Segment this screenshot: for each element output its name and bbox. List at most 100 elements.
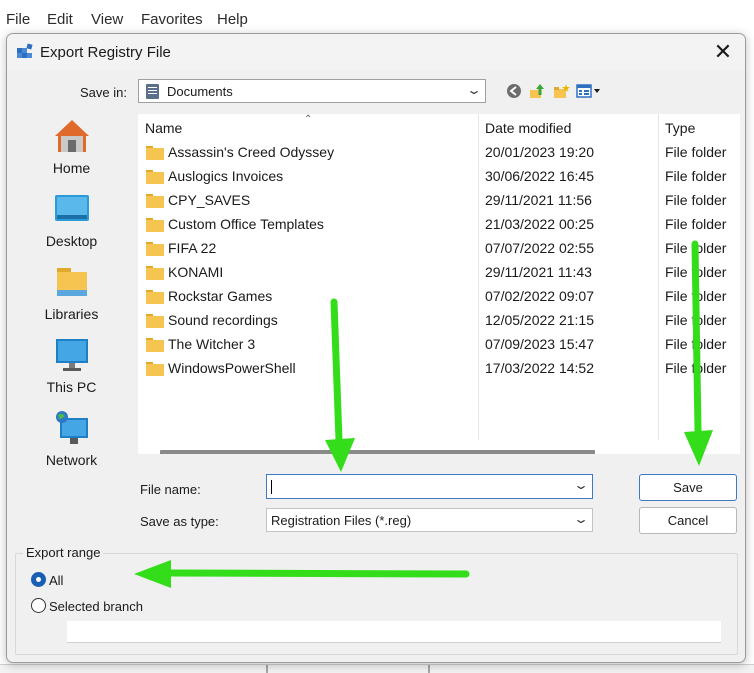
- menu-favorites[interactable]: Favorites: [141, 11, 203, 28]
- save-as-type-label: Save as type:: [140, 514, 219, 529]
- menu-help[interactable]: Help: [217, 11, 248, 28]
- save-in-label: Save in:: [80, 85, 127, 100]
- folder-icon: [146, 242, 164, 256]
- home-icon: [55, 120, 89, 152]
- date-modified-cell: 17/03/2022 14:52: [485, 360, 594, 376]
- date-modified-cell: 21/03/2022 00:25: [485, 216, 594, 232]
- place-label: Home: [52, 160, 91, 176]
- file-list[interactable]: ⌃ Name Date modified Type Assassin's Cre…: [138, 114, 740, 454]
- radio-all[interactable]: [31, 572, 46, 587]
- place-home[interactable]: Home: [15, 114, 128, 184]
- date-modified-cell: 29/11/2021 11:43: [485, 264, 592, 280]
- date-modified-cell: 12/05/2022 21:15: [485, 312, 594, 328]
- folder-icon: [146, 314, 164, 328]
- type-cell: File folder: [665, 216, 727, 232]
- close-icon: ✕: [713, 39, 733, 64]
- menu-edit[interactable]: Edit: [47, 11, 73, 28]
- type-cell: File folder: [665, 312, 727, 328]
- libraries-icon: [57, 268, 87, 296]
- folder-icon: [146, 218, 164, 232]
- file-row[interactable]: CPY_SAVES 29/11/2021 11:56 File folder: [138, 189, 740, 213]
- chevron-down-icon: ⌄: [465, 83, 483, 97]
- type-cell: File folder: [665, 264, 727, 280]
- file-name-cell: FIFA 22: [168, 240, 217, 256]
- folder-icon: [146, 290, 164, 304]
- place-libraries[interactable]: Libraries: [15, 260, 128, 330]
- column-header-date-modified[interactable]: Date modified: [485, 120, 571, 136]
- text-caret: [271, 480, 272, 494]
- folder-icon: [146, 266, 164, 280]
- menu-view[interactable]: View: [91, 11, 123, 28]
- radio-all-label[interactable]: All: [49, 573, 63, 588]
- place-label: Libraries: [44, 306, 99, 322]
- this-pc-icon: [56, 339, 88, 371]
- save-as-type-dropdown[interactable]: Registration Files (*.reg) ⌄: [266, 508, 593, 532]
- folder-icon: [146, 146, 164, 160]
- background-app-area: [0, 664, 754, 673]
- horizontal-scrollbar[interactable]: [160, 450, 595, 454]
- new-folder-button[interactable]: [552, 81, 570, 101]
- folder-icon: [146, 170, 164, 184]
- file-row[interactable]: The Witcher 3 07/09/2023 15:47 File folder: [138, 333, 740, 357]
- file-row[interactable]: Rockstar Games 07/02/2022 09:07 File folde…: [138, 285, 740, 309]
- file-row[interactable]: Auslogics Invoices 30/06/2022 16:45 File f…: [138, 165, 740, 189]
- dialog-title: Export Registry File: [40, 44, 171, 61]
- dialog-titlebar: Export Registry File ✕: [7, 34, 745, 70]
- type-cell: File folder: [665, 288, 727, 304]
- view-menu-icon: [576, 84, 600, 98]
- save-button[interactable]: Save: [639, 474, 737, 501]
- up-one-level-button[interactable]: [528, 81, 546, 101]
- date-modified-cell: 30/06/2022 16:45: [485, 168, 594, 184]
- file-name-cell: CPY_SAVES: [168, 192, 251, 208]
- place-network[interactable]: Network: [15, 406, 128, 476]
- close-button[interactable]: ✕: [701, 34, 745, 70]
- file-row[interactable]: Assassin's Creed Odyssey 20/01/2023 19:20…: [138, 141, 740, 165]
- file-row[interactable]: WindowsPowerShell 17/03/2022 14:52 File fo…: [138, 357, 740, 381]
- date-modified-cell: 20/01/2023 19:20: [485, 144, 594, 160]
- place-label: This PC: [46, 379, 97, 395]
- back-icon: [507, 84, 521, 98]
- selected-branch-input[interactable]: [67, 621, 721, 643]
- menu-file[interactable]: File: [6, 11, 30, 28]
- radio-selected-branch-label[interactable]: Selected branch: [49, 599, 143, 614]
- file-row[interactable]: FIFA 22 07/07/2022 02:55 File folder: [138, 237, 740, 261]
- type-cell: File folder: [665, 240, 727, 256]
- date-modified-cell: 29/11/2021 11:56: [485, 192, 592, 208]
- app-menubar: File Edit View Favorites Help: [0, 0, 754, 34]
- save-in-dropdown[interactable]: Documents ⌄: [138, 79, 486, 103]
- place-label: Desktop: [45, 233, 98, 249]
- file-name-cell: Assassin's Creed Odyssey: [168, 144, 335, 160]
- date-modified-cell: 07/07/2022 02:55: [485, 240, 594, 256]
- file-name-cell: Rockstar Games: [168, 288, 273, 304]
- save-as-type-value: Registration Files (*.reg): [271, 513, 412, 528]
- file-row[interactable]: Sound recordings 12/05/2022 21:15 File fol…: [138, 309, 740, 333]
- chevron-down-icon[interactable]: ⌄: [573, 478, 589, 492]
- file-row[interactable]: KONAMI 29/11/2021 11:43 File folder: [138, 261, 740, 285]
- file-row[interactable]: Custom Office Templates 21/03/2022 00:25 F…: [138, 213, 740, 237]
- back-button[interactable]: [505, 81, 523, 101]
- place-label: Network: [45, 452, 98, 468]
- divider: [266, 665, 268, 673]
- type-cell: File folder: [665, 192, 727, 208]
- save-in-value: Documents: [167, 84, 233, 99]
- places-bar: Home Desktop Libraries This PC Network: [15, 114, 128, 524]
- file-name-cell: Custom Office Templates: [168, 216, 324, 232]
- file-name-input[interactable]: ⌄: [266, 474, 593, 499]
- file-name-cell: WindowsPowerShell: [168, 360, 296, 376]
- type-cell: File folder: [665, 144, 727, 160]
- export-range-title: Export range: [23, 545, 104, 560]
- export-registry-dialog: Export Registry File ✕ Save in: Document…: [6, 33, 746, 663]
- file-name-cell: Sound recordings: [168, 312, 278, 328]
- cancel-button[interactable]: Cancel: [639, 507, 737, 534]
- documents-icon: [146, 84, 159, 99]
- place-this-pc[interactable]: This PC: [15, 333, 128, 403]
- view-menu-button[interactable]: [575, 81, 603, 101]
- column-header-name[interactable]: Name: [145, 120, 182, 136]
- place-desktop[interactable]: Desktop: [15, 187, 128, 257]
- sort-ascending-icon: ⌃: [304, 114, 313, 125]
- folder-icon: [146, 338, 164, 352]
- type-cell: File folder: [665, 336, 727, 352]
- column-header-type[interactable]: Type: [665, 120, 695, 136]
- radio-selected-branch[interactable]: [31, 598, 46, 613]
- file-name-cell: KONAMI: [168, 264, 224, 280]
